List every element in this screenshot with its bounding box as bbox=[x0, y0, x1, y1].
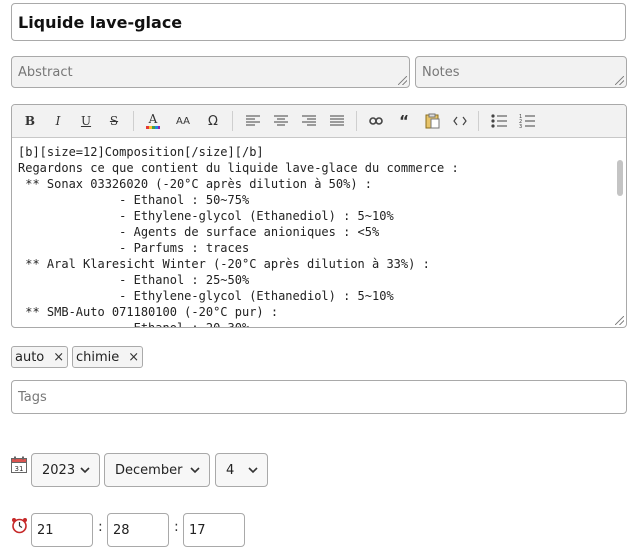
year-value: 2023 bbox=[42, 462, 76, 478]
second-value: 17 bbox=[189, 522, 206, 538]
minute-input[interactable]: 28 bbox=[107, 513, 169, 547]
bbcode-editor: B I U S A AA Ω “ 1 2 3 [b][size=12]Compo… bbox=[11, 104, 627, 328]
svg-text:3: 3 bbox=[519, 124, 522, 128]
month-value: December bbox=[115, 462, 183, 478]
chevron-down-icon bbox=[190, 467, 200, 474]
special-char-icon[interactable]: Ω bbox=[202, 110, 224, 132]
tag-label: chimie bbox=[76, 349, 120, 365]
editor-line: ** SMB-Auto 071180100 (-20°C pur) : bbox=[18, 305, 279, 319]
chevron-down-icon bbox=[248, 467, 258, 474]
quote-icon[interactable]: “ bbox=[393, 110, 415, 132]
resize-grip-icon[interactable] bbox=[615, 316, 624, 325]
editor-toolbar: B I U S A AA Ω “ 1 2 3 bbox=[12, 105, 626, 138]
editor-line: - Parfums : traces bbox=[18, 241, 250, 255]
time-separator: : bbox=[174, 519, 179, 535]
paste-text-icon[interactable] bbox=[421, 110, 443, 132]
close-icon[interactable]: × bbox=[128, 350, 139, 365]
tags-placeholder: Tags bbox=[18, 390, 47, 405]
code-icon[interactable] bbox=[449, 110, 471, 132]
text-color-icon[interactable]: A bbox=[142, 110, 164, 132]
editor-line: [b][size=12]Composition[/size][/b] bbox=[18, 145, 264, 159]
svg-text:31: 31 bbox=[15, 465, 24, 473]
underline-icon[interactable]: U bbox=[75, 110, 97, 132]
align-justify-icon[interactable] bbox=[326, 110, 348, 132]
year-select[interactable]: 2023 bbox=[31, 453, 100, 487]
close-icon[interactable]: × bbox=[53, 350, 64, 365]
time-separator: : bbox=[98, 519, 103, 535]
align-left-icon[interactable] bbox=[242, 110, 264, 132]
scroll-thumb[interactable] bbox=[617, 160, 623, 196]
tags-input[interactable]: Tags bbox=[11, 380, 627, 414]
editor-content[interactable]: [b][size=12]Composition[/size][/b] Regard… bbox=[18, 144, 608, 328]
tag-chip-chimie: chimie × bbox=[72, 346, 144, 368]
resize-grip-icon[interactable] bbox=[398, 76, 407, 85]
resize-grip-icon[interactable] bbox=[615, 76, 624, 85]
abstract-placeholder: Abstract bbox=[18, 65, 73, 80]
editor-line: ** Aral Klaresicht Winter (-20°C après d… bbox=[18, 257, 430, 271]
hour-input[interactable]: 21 bbox=[31, 513, 93, 547]
strikethrough-icon[interactable]: S bbox=[103, 110, 125, 132]
tag-chip-auto: auto × bbox=[11, 346, 69, 368]
svg-text:A: A bbox=[148, 112, 158, 126]
second-input[interactable]: 17 bbox=[183, 513, 245, 547]
abstract-field[interactable]: Abstract bbox=[11, 56, 410, 88]
font-size-icon[interactable]: AA bbox=[172, 110, 194, 132]
calendar-icon: 31 bbox=[11, 456, 27, 477]
minute-value: 28 bbox=[113, 522, 130, 538]
editor-line: ** Sonax 03326020 (-20°C après dilution … bbox=[18, 177, 373, 191]
notes-field[interactable]: Notes bbox=[415, 56, 627, 88]
editor-line: - Ethylene-glycol (Ethanediol) : 5~10% bbox=[18, 289, 394, 303]
link-icon[interactable] bbox=[365, 110, 387, 132]
italic-icon[interactable]: I bbox=[47, 110, 69, 132]
editor-line: - Agents de surface anioniques : <5% bbox=[18, 225, 380, 239]
align-right-icon[interactable] bbox=[298, 110, 320, 132]
editor-line: - Ethanol : 25~50% bbox=[18, 273, 250, 287]
tag-label: auto bbox=[15, 349, 45, 365]
bold-icon[interactable]: B bbox=[19, 110, 41, 132]
hour-value: 21 bbox=[37, 522, 54, 538]
editor-line: Regardons ce que contient du liquide lav… bbox=[18, 161, 459, 175]
bullet-list-icon[interactable] bbox=[488, 110, 510, 132]
align-center-icon[interactable] bbox=[270, 110, 292, 132]
editor-line: - Ethylene-glycol (Ethanediol) : 5~10% bbox=[18, 209, 394, 223]
numbered-list-icon[interactable]: 123 bbox=[516, 110, 538, 132]
day-value: 4 bbox=[226, 462, 235, 478]
notes-placeholder: Notes bbox=[422, 65, 460, 80]
editor-scrollbar[interactable] bbox=[615, 140, 623, 310]
editor-line: - Ethanol : 50~75% bbox=[18, 193, 250, 207]
editor-line: - Ethanol : 20~30% bbox=[18, 321, 250, 328]
alarm-clock-icon bbox=[11, 517, 28, 538]
chevron-down-icon bbox=[80, 467, 90, 474]
day-select[interactable]: 4 bbox=[215, 453, 268, 487]
month-select[interactable]: December bbox=[104, 453, 210, 487]
title-input[interactable] bbox=[11, 3, 626, 41]
